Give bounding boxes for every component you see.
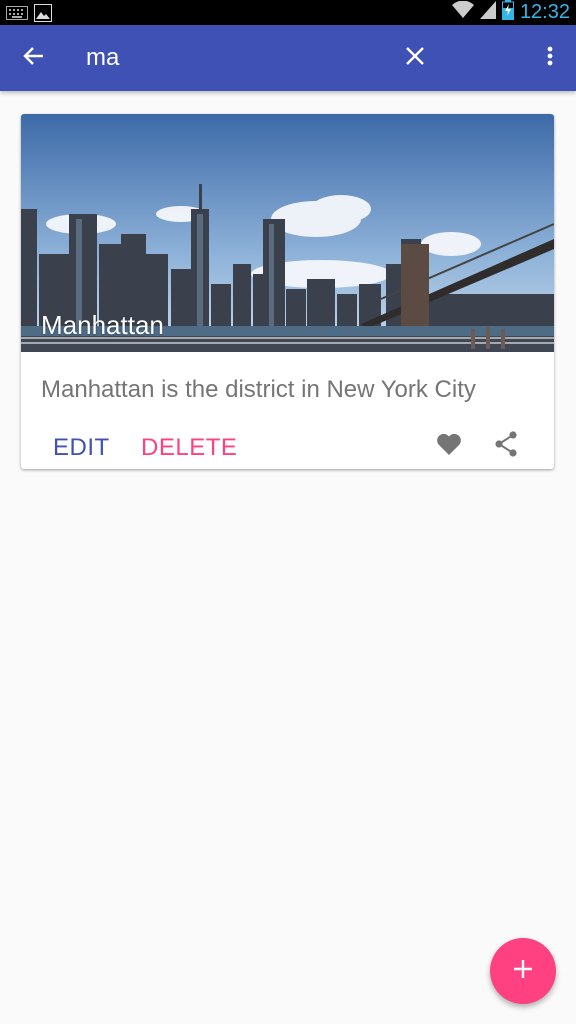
delete-button[interactable]: DELETE bbox=[141, 434, 237, 462]
place-card[interactable]: Manhattan Manhattan is the district in N… bbox=[21, 114, 554, 469]
share-button[interactable] bbox=[488, 428, 524, 464]
arrow-back-icon bbox=[23, 46, 45, 71]
battery-charging-icon bbox=[501, 0, 514, 25]
search-toolbar bbox=[0, 25, 576, 91]
card-image: Manhattan bbox=[21, 114, 554, 352]
image-icon bbox=[34, 4, 52, 27]
card-title: Manhattan bbox=[41, 310, 164, 340]
status-bar: 12:32 bbox=[0, 0, 576, 25]
wifi-icon bbox=[451, 0, 474, 24]
keyboard-icon bbox=[6, 6, 28, 25]
edit-button[interactable]: EDIT bbox=[53, 434, 110, 462]
back-button[interactable] bbox=[14, 38, 54, 78]
close-icon bbox=[406, 46, 424, 70]
clock: 12:32 bbox=[519, 1, 570, 23]
clear-search-button[interactable] bbox=[395, 38, 435, 78]
favorite-button[interactable] bbox=[431, 428, 467, 464]
heart-icon bbox=[436, 432, 462, 461]
search-input[interactable] bbox=[86, 38, 376, 78]
signal-icon bbox=[479, 1, 496, 24]
overflow-menu-button[interactable] bbox=[530, 38, 570, 78]
notification-icons bbox=[6, 4, 52, 27]
add-icon bbox=[513, 959, 533, 984]
share-icon bbox=[494, 430, 518, 462]
more-vert-icon bbox=[547, 46, 553, 71]
add-button[interactable] bbox=[490, 938, 556, 1004]
system-icons: 12:32 bbox=[451, 0, 570, 25]
card-description: Manhattan is the district in New York Ci… bbox=[41, 376, 476, 403]
